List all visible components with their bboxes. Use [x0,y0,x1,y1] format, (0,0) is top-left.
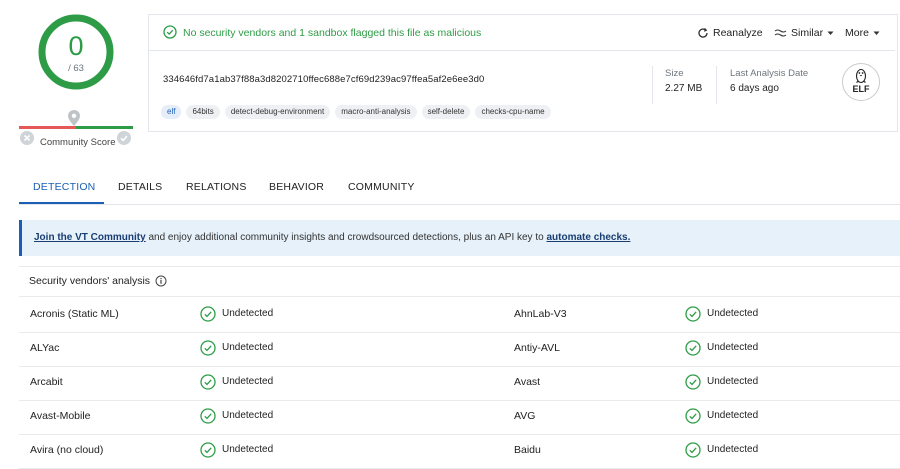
vendor-result: Undetected [707,308,759,319]
tag-elf[interactable]: elf [161,105,182,119]
file-type-badge: ELF [842,63,880,101]
file-type-label: ELF [852,84,870,94]
similar-label: Similar [791,27,824,39]
vendor-result: Undetected [707,376,759,387]
community-banner-text: Join the VT Community and enjoy addition… [34,232,630,243]
vendor-result: Undetected [222,444,274,455]
automate-checks-link[interactable]: automate checks. [546,232,630,243]
similar-dropdown[interactable]: Similar [774,27,834,39]
check-circle-icon [163,25,177,44]
tag-checks-cpu-name[interactable]: checks-cpu-name [475,105,551,119]
vendor-result: Undetected [707,444,759,455]
last-analysis-label: Last Analysis Date [730,68,809,79]
check-circle-icon [200,340,216,361]
check-circle-icon [200,374,216,395]
meta-separator [652,66,653,104]
more-label: More [845,27,869,39]
vendors-section-title: Security vendors' analysis [29,275,151,287]
detection-score: 0 / 63 [36,12,116,92]
vendor-name: Avast [514,376,541,388]
more-dropdown[interactable]: More [845,27,880,39]
tab-community[interactable]: COMMUNITY [348,181,415,193]
community-score-bar [19,126,133,129]
chevron-down-icon [827,31,834,35]
linux-tux-icon [855,68,867,84]
vendor-result: Undetected [222,308,274,319]
vendor-name: Antiy-AVL [514,342,560,354]
vote-malicious-button[interactable] [20,131,34,145]
tab-relations[interactable]: RELATIONS [186,181,247,193]
vendor-result: Undetected [222,342,274,353]
check-circle-icon [200,408,216,429]
info-icon[interactable] [155,274,167,292]
chevron-down-icon [873,31,880,35]
refresh-icon [698,27,708,38]
check-circle-icon [685,374,701,395]
size-value: 2.27 MB [665,83,703,94]
card-divider [149,50,895,51]
vendor-result: Undetected [222,376,274,387]
table-row-divider [19,366,900,367]
vendor-result: Undetected [707,342,759,353]
check-circle-icon [200,306,216,327]
close-icon [23,134,31,142]
file-hash[interactable]: 334646fd7a1ab37f88a3d8202710ffec688e7cf6… [163,74,484,85]
vendor-name: Avira (no cloud) [30,444,104,456]
table-row-divider [19,434,900,435]
score-total: / 63 [68,63,84,74]
file-tags: elf 64bits detect-debug-environment macr… [161,105,551,119]
vendor-result: Undetected [707,410,759,421]
check-circle-icon [685,408,701,429]
check-icon [120,135,128,142]
size-label: Size [665,68,684,79]
tag-self-delete[interactable]: self-delete [421,105,471,119]
tag-detect-debug-environment[interactable]: detect-debug-environment [224,105,331,119]
vendor-name: ALYac [30,342,60,354]
section-divider [19,296,900,297]
community-banner-body: and enjoy additional community insights … [145,232,547,243]
tag-64bits[interactable]: 64bits [186,105,220,119]
score-detections: 0 [68,31,84,61]
tab-behavior[interactable]: BEHAVIOR [269,181,324,193]
community-banner: Join the VT Community and enjoy addition… [19,220,900,256]
check-circle-icon [685,306,701,327]
last-analysis-value: 6 days ago [730,83,779,94]
tag-macro-anti-analysis[interactable]: macro-anti-analysis [335,105,417,119]
tab-detection[interactable]: DETECTION [33,181,95,193]
community-score-label: Community Score [40,137,116,148]
check-circle-icon [200,442,216,463]
vendor-name: Acronis (Static ML) [30,308,119,320]
table-row-divider [19,400,900,401]
table-row-divider [19,332,900,333]
vendor-name: AhnLab-V3 [514,308,567,320]
check-circle-icon [685,340,701,361]
reanalyze-button[interactable]: Reanalyze [697,27,763,39]
meta-separator [716,66,717,104]
tab-details[interactable]: DETAILS [118,181,162,193]
vendor-result: Undetected [222,410,274,421]
section-divider [19,266,900,267]
verdict-message: No security vendors and 1 sandbox flagge… [183,27,482,39]
similar-icon [774,29,787,37]
vendor-name: Baidu [514,444,541,456]
reanalyze-label: Reanalyze [713,27,763,39]
vote-harmless-button[interactable] [117,131,131,145]
check-circle-icon [685,442,701,463]
vendor-name: Avast-Mobile [30,410,91,422]
vendor-name: Arcabit [30,376,63,388]
join-community-link[interactable]: Join the VT Community [34,232,146,243]
vendor-name: AVG [514,410,536,422]
tabs-divider [19,204,900,205]
